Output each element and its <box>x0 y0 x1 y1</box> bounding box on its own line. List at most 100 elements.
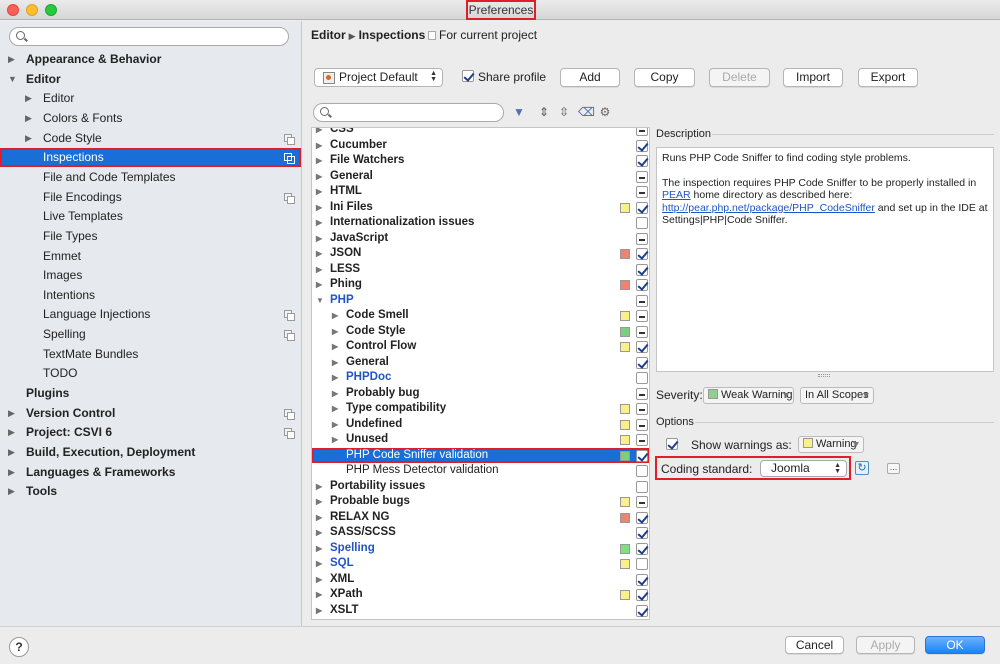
inspection-enabled-checkbox[interactable] <box>636 604 648 617</box>
inspection-enabled-checkbox[interactable] <box>636 589 648 601</box>
inspection-enabled-checkbox[interactable] <box>636 558 648 570</box>
collapsed-arrow-icon[interactable]: ▶ <box>316 231 322 247</box>
inspection-enabled-checkbox[interactable] <box>636 434 648 446</box>
minimize-window-button[interactable] <box>26 4 38 16</box>
collapsed-arrow-icon[interactable]: ▶ <box>8 404 15 423</box>
inspection-row[interactable]: ▶ PHPDoc <box>312 370 649 386</box>
inspection-enabled-checkbox[interactable] <box>636 527 648 539</box>
apply-button[interactable]: Apply <box>856 636 915 654</box>
ok-button[interactable]: OK <box>925 636 985 654</box>
inspection-row[interactable]: ▶ Ini Files <box>312 200 649 216</box>
add-button[interactable]: Add <box>560 68 620 87</box>
close-window-button[interactable] <box>7 4 19 16</box>
inspection-row[interactable]: ▶ Unused <box>312 432 649 448</box>
inspection-enabled-checkbox[interactable] <box>636 341 648 353</box>
inspection-enabled-checkbox[interactable] <box>636 279 648 291</box>
collapse-all-icon[interactable]: ⇳ <box>557 105 571 119</box>
collapsed-arrow-icon[interactable]: ▶ <box>332 339 338 355</box>
collapsed-arrow-icon[interactable]: ▶ <box>316 603 322 619</box>
inspection-enabled-checkbox[interactable] <box>636 418 648 431</box>
codesniffer-link[interactable]: http://pear.php.net/package/PHP_CodeSnif… <box>662 202 875 214</box>
inspection-enabled-checkbox[interactable] <box>636 511 648 524</box>
collapsed-arrow-icon[interactable]: ▶ <box>25 89 32 108</box>
inspection-row[interactable]: ▶ Control Flow <box>312 339 649 355</box>
collapsed-arrow-icon[interactable]: ▶ <box>316 128 322 138</box>
inspection-enabled-checkbox[interactable] <box>636 232 648 245</box>
collapsed-arrow-icon[interactable]: ▶ <box>316 277 322 293</box>
inspection-row[interactable]: ▶ XPath <box>312 587 649 603</box>
collapsed-arrow-icon[interactable]: ▶ <box>316 215 322 231</box>
inspection-row[interactable]: PHP Mess Detector validation <box>312 463 649 479</box>
inspection-row[interactable]: ▶ Probably bug <box>312 386 649 402</box>
inspection-enabled-checkbox[interactable] <box>636 248 648 260</box>
collapsed-arrow-icon[interactable]: ▶ <box>332 308 338 324</box>
collapsed-arrow-icon[interactable]: ▶ <box>8 50 15 69</box>
inspection-row[interactable]: ▶ HTML <box>312 184 649 200</box>
sidebar-item[interactable]: ▼ Editor <box>0 70 301 89</box>
copy-button[interactable]: Copy <box>634 68 695 87</box>
zoom-window-button[interactable] <box>45 4 57 16</box>
inspection-enabled-checkbox[interactable] <box>636 201 648 214</box>
sidebar-item[interactable]: Inspections <box>0 148 301 168</box>
sidebar-item[interactable]: ▶ Build, Execution, Deployment <box>0 443 301 462</box>
collapsed-arrow-icon[interactable]: ▶ <box>316 587 322 603</box>
collapsed-arrow-icon[interactable]: ▶ <box>316 169 322 185</box>
inspection-row[interactable]: ▶ Code Style <box>312 324 649 340</box>
collapsed-arrow-icon[interactable]: ▶ <box>332 417 338 433</box>
inspection-row[interactable]: ▶ Portability issues <box>312 479 649 495</box>
collapsed-arrow-icon[interactable]: ▶ <box>8 482 15 501</box>
expand-all-icon[interactable]: ⇕ <box>537 105 551 119</box>
inspections-filter-input[interactable] <box>313 103 504 122</box>
inspection-enabled-checkbox[interactable] <box>636 542 648 555</box>
cancel-button[interactable]: Cancel <box>785 636 844 654</box>
severity-dropdown[interactable]: Weak Warning <box>703 387 794 404</box>
inspection-enabled-checkbox[interactable] <box>636 325 648 338</box>
sidebar-item[interactable]: ▶ Tools <box>0 482 301 501</box>
inspection-enabled-checkbox[interactable] <box>636 294 648 307</box>
inspection-enabled-checkbox[interactable] <box>636 372 648 384</box>
collapsed-arrow-icon[interactable]: ▶ <box>316 246 322 262</box>
sidebar-item[interactable]: ▶ Languages & Frameworks <box>0 463 301 482</box>
collapsed-arrow-icon[interactable]: ▶ <box>316 479 322 495</box>
collapsed-arrow-icon[interactable]: ▶ <box>25 129 32 148</box>
sidebar-item[interactable]: ▶ Colors & Fonts <box>0 109 301 128</box>
collapsed-arrow-icon[interactable]: ▶ <box>316 494 322 510</box>
import-button[interactable]: Import <box>783 68 843 87</box>
inspection-enabled-checkbox[interactable] <box>636 496 648 508</box>
settings-gear-icon[interactable]: ⚙ <box>598 105 612 119</box>
inspection-row[interactable]: ▶ Undefined <box>312 417 649 433</box>
inspection-enabled-checkbox[interactable] <box>636 403 648 415</box>
sidebar-item[interactable]: Live Templates <box>0 207 301 226</box>
collapsed-arrow-icon[interactable]: ▶ <box>316 572 322 588</box>
inspection-enabled-checkbox[interactable] <box>636 139 648 152</box>
sidebar-item[interactable]: ▶ Editor <box>0 89 301 108</box>
collapsed-arrow-icon[interactable]: ▶ <box>316 510 322 526</box>
collapsed-arrow-icon[interactable]: ▶ <box>316 138 322 154</box>
sidebar-item[interactable]: Images <box>0 266 301 285</box>
inspection-row[interactable]: ▶ RELAX NG <box>312 510 649 526</box>
inspection-row[interactable]: ▶ CSS <box>312 128 649 138</box>
inspection-row[interactable]: ▶ XML <box>312 572 649 588</box>
collapsed-arrow-icon[interactable]: ▶ <box>8 443 15 462</box>
inspection-row[interactable]: ▶ Spelling <box>312 541 649 557</box>
inspection-enabled-checkbox[interactable] <box>636 356 648 369</box>
sidebar-item[interactable]: Intentions <box>0 286 301 305</box>
inspection-row[interactable]: ▶ General <box>312 169 649 185</box>
collapsed-arrow-icon[interactable]: ▶ <box>332 324 338 340</box>
inspection-enabled-checkbox[interactable] <box>636 449 648 462</box>
inspection-enabled-checkbox[interactable] <box>636 310 648 322</box>
collapsed-arrow-icon[interactable]: ▶ <box>332 355 338 371</box>
export-button[interactable]: Export <box>858 68 918 87</box>
collapsed-arrow-icon[interactable]: ▶ <box>316 525 322 541</box>
collapsed-arrow-icon[interactable]: ▶ <box>332 401 338 417</box>
sidebar-item[interactable]: Emmet <box>0 247 301 266</box>
inspection-row[interactable]: ▶ SASS/SCSS <box>312 525 649 541</box>
collapsed-arrow-icon[interactable]: ▶ <box>316 262 322 278</box>
collapsed-arrow-icon[interactable]: ▶ <box>316 200 322 216</box>
share-profile-checkbox[interactable] <box>462 70 474 82</box>
inspection-enabled-checkbox[interactable] <box>636 155 648 167</box>
collapsed-arrow-icon[interactable]: ▶ <box>316 184 322 200</box>
sidebar-item[interactable]: Spelling <box>0 325 301 344</box>
collapsed-arrow-icon[interactable]: ▶ <box>25 109 32 128</box>
inspection-enabled-checkbox[interactable] <box>636 263 648 276</box>
